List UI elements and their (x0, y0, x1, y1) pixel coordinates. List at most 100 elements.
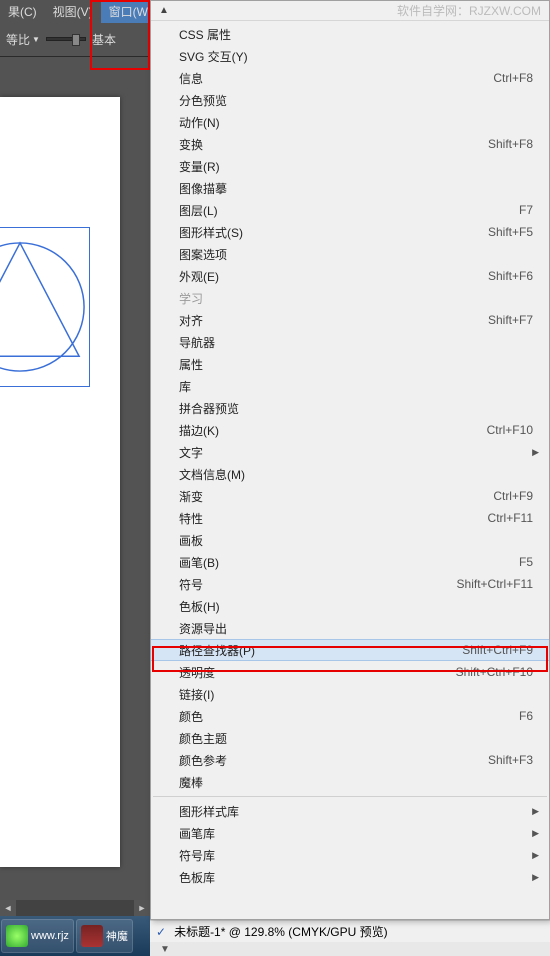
menu-item-label: 属性 (179, 356, 533, 373)
menu-item-label: 颜色 (179, 708, 519, 725)
menu-item-label: 资源导出 (179, 620, 533, 637)
chevron-up-icon: ▲ (159, 5, 169, 16)
menu-item-label: 画板 (179, 532, 533, 549)
scroll-left-icon[interactable]: ◄ (0, 900, 16, 916)
menu-item-label: 颜色参考 (179, 752, 488, 769)
menu-list: CSS 属性SVG 交互(Y)信息Ctrl+F8分色预览动作(N)变换Shift… (151, 21, 549, 890)
menu-item-label: 学习 (179, 290, 533, 307)
menu-item[interactable]: 文字▶ (151, 441, 549, 463)
horizontal-scrollbar[interactable]: ◄ ► (0, 900, 150, 916)
menu-shortcut: Shift+F8 (488, 137, 533, 151)
menu-item[interactable]: 渐变Ctrl+F9 (151, 485, 549, 507)
chevron-right-icon: ▶ (532, 806, 539, 817)
menu-item-label: 变量(R) (179, 158, 533, 175)
menu-item[interactable]: 色板库▶ (151, 866, 549, 888)
menu-item-label: 对齐 (179, 312, 488, 329)
menu-shortcut: Shift+Ctrl+F10 (456, 665, 533, 679)
menu-item[interactable]: 颜色主题 (151, 727, 549, 749)
menu-item[interactable]: 魔棒 (151, 771, 549, 793)
menu-item[interactable]: 变量(R) (151, 155, 549, 177)
watermark-text: 软件自学网：RJZXW.COM (397, 2, 541, 19)
menu-item-label: 色板库 (179, 869, 533, 886)
menu-item[interactable]: 链接(I) (151, 683, 549, 705)
menu-item-label: 图形样式(S) (179, 224, 488, 241)
menu-item[interactable]: 特性Ctrl+F11 (151, 507, 549, 529)
menu-item-label: 导航器 (179, 334, 533, 351)
menu-item[interactable]: 图层(L)F7 (151, 199, 549, 221)
menu-scroll-up[interactable]: ▲ 软件自学网：RJZXW.COM (151, 1, 549, 21)
menu-item[interactable]: 图形样式库▶ (151, 800, 549, 822)
menu-item-label: 特性 (179, 510, 488, 527)
ratio-label: 等比 (6, 31, 30, 48)
window-document-item[interactable]: ✓ 未标题-1* @ 129.8% (CMYK/GPU 预览) (150, 920, 550, 942)
menu-item[interactable]: 画笔库▶ (151, 822, 549, 844)
menu-item[interactable]: 图像描摹 (151, 177, 549, 199)
taskbar-label: www.rjz (31, 930, 69, 942)
browser-icon (6, 925, 28, 947)
menu-item: 学习 (151, 287, 549, 309)
menu-item-label: 色板(H) (179, 598, 533, 615)
menu-item-label: 描边(K) (179, 422, 487, 439)
menu-item[interactable]: CSS 属性 (151, 23, 549, 45)
check-icon: ✓ (156, 925, 166, 939)
opacity-slider[interactable] (46, 37, 86, 41)
vector-shape[interactable] (0, 227, 90, 387)
game-icon (81, 925, 103, 947)
taskbar-label: 神魔 (106, 928, 128, 944)
menu-shortcut: Ctrl+F9 (493, 489, 533, 503)
menu-item[interactable]: 颜色参考Shift+F3 (151, 749, 549, 771)
menu-item[interactable]: 信息Ctrl+F8 (151, 67, 549, 89)
menu-item[interactable]: 分色预览 (151, 89, 549, 111)
menu-item[interactable]: 变换Shift+F8 (151, 133, 549, 155)
menu-item[interactable]: 描边(K)Ctrl+F10 (151, 419, 549, 441)
menu-item[interactable]: 透明度Shift+Ctrl+F10 (151, 661, 549, 683)
menu-shortcut: Ctrl+F11 (488, 511, 533, 525)
menu-item[interactable]: 库 (151, 375, 549, 397)
taskbar-item-browser[interactable]: www.rjz (1, 919, 74, 953)
ratio-dropdown[interactable]: 等比 ▼ (6, 31, 40, 48)
chevron-right-icon: ▶ (532, 828, 539, 839)
scroll-right-icon[interactable]: ► (134, 900, 150, 916)
menu-item[interactable]: 拼合器预览 (151, 397, 549, 419)
menu-scroll-down[interactable]: ▼ (150, 942, 550, 956)
menu-item[interactable]: 符号Shift+Ctrl+F11 (151, 573, 549, 595)
menu-item[interactable]: 外观(E)Shift+F6 (151, 265, 549, 287)
menu-item[interactable]: 路径查找器(P)Shift+Ctrl+F9 (151, 639, 549, 661)
menu-effect[interactable]: 果(C) (0, 0, 45, 23)
menu-item[interactable]: 导航器 (151, 331, 549, 353)
canvas-area: ◄ ► (0, 57, 150, 916)
menu-item[interactable]: 图形样式(S)Shift+F5 (151, 221, 549, 243)
menu-item[interactable]: 图案选项 (151, 243, 549, 265)
menu-item-label: 图形样式库 (179, 803, 533, 820)
menu-item-label: 拼合器预览 (179, 400, 533, 417)
menu-item[interactable]: 画笔(B)F5 (151, 551, 549, 573)
menu-view[interactable]: 视图(V) (45, 0, 101, 23)
menu-item[interactable]: 动作(N) (151, 111, 549, 133)
menu-shortcut: Ctrl+F10 (487, 423, 533, 437)
menu-item[interactable]: 文档信息(M) (151, 463, 549, 485)
menu-shortcut: F6 (519, 709, 533, 723)
menu-shortcut: Shift+F5 (488, 225, 533, 239)
menu-item-label: 动作(N) (179, 114, 533, 131)
menu-item-label: 变换 (179, 136, 488, 153)
taskbar-item-game[interactable]: 神魔 (76, 919, 133, 953)
chevron-right-icon: ▶ (532, 872, 539, 883)
menu-item[interactable]: 资源导出 (151, 617, 549, 639)
menu-item[interactable]: 符号库▶ (151, 844, 549, 866)
menu-item[interactable]: 颜色F6 (151, 705, 549, 727)
document-title: 未标题-1* @ 129.8% (CMYK/GPU 预览) (174, 923, 388, 940)
menu-item[interactable]: 属性 (151, 353, 549, 375)
artboard[interactable] (0, 97, 120, 867)
menu-shortcut: Shift+F6 (488, 269, 533, 283)
chevron-down-icon: ▼ (32, 35, 40, 44)
menu-item[interactable]: 画板 (151, 529, 549, 551)
menu-item[interactable]: 色板(H) (151, 595, 549, 617)
menu-shortcut: Shift+F3 (488, 753, 533, 767)
menu-item-label: 文档信息(M) (179, 466, 533, 483)
menu-item-label: CSS 属性 (179, 26, 533, 43)
menu-item-label: 透明度 (179, 664, 456, 681)
menu-item-label: 符号 (179, 576, 457, 593)
menu-item[interactable]: SVG 交互(Y) (151, 45, 549, 67)
taskbar: www.rjz 神魔 (0, 916, 150, 956)
menu-item[interactable]: 对齐Shift+F7 (151, 309, 549, 331)
